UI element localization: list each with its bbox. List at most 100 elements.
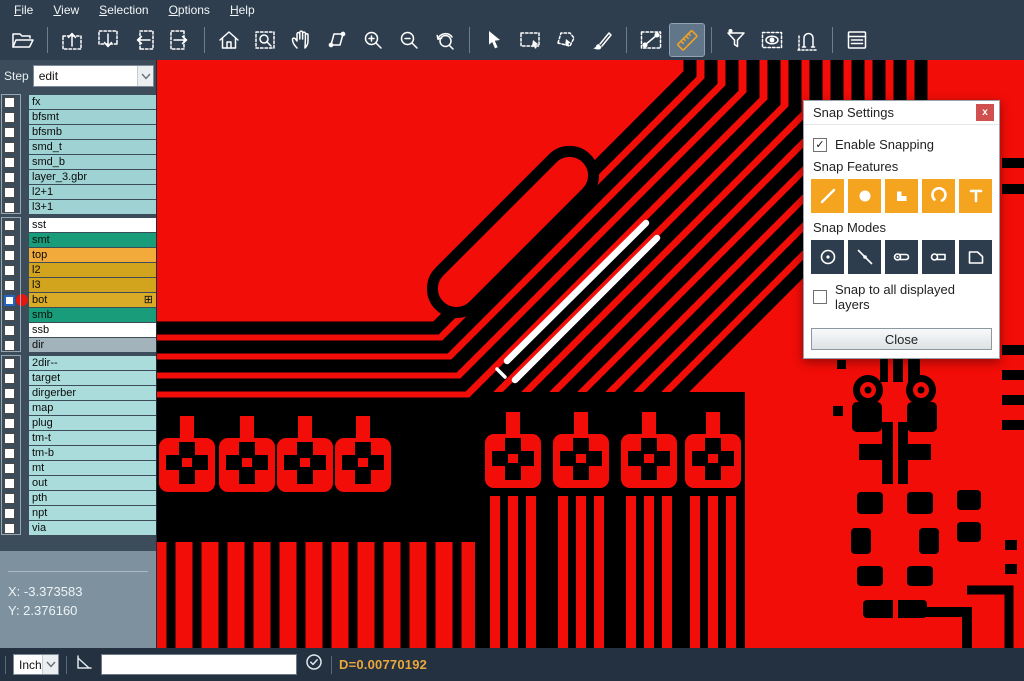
select-pointer-button[interactable]: [477, 24, 511, 56]
layer-visibility-checkbox[interactable]: [4, 187, 15, 198]
layer-visibility-checkbox[interactable]: [4, 172, 15, 183]
layer-row-plug[interactable]: plug: [0, 416, 156, 430]
layer-visibility-checkbox[interactable]: [4, 250, 15, 261]
layer-label[interactable]: l2+1: [29, 185, 156, 199]
layer-visibility-checkbox[interactable]: [4, 463, 15, 474]
layer-row-mt[interactable]: mt: [0, 461, 156, 475]
layer-visibility-checkbox[interactable]: [4, 478, 15, 489]
snap-mode-midpoint-button[interactable]: [848, 240, 881, 274]
layer-row-bfsmb[interactable]: bfsmb: [0, 125, 156, 139]
layer-label[interactable]: 2dir--: [29, 356, 156, 370]
layer-visibility-checkbox[interactable]: [4, 358, 15, 369]
layer-row-top[interactable]: top: [0, 248, 156, 262]
layer-label[interactable]: mt: [29, 461, 156, 475]
angle-measure-icon[interactable]: [74, 652, 94, 677]
layer-label[interactable]: bfsmb: [29, 125, 156, 139]
layer-label[interactable]: dirgerber: [29, 386, 156, 400]
layer-label[interactable]: smt: [29, 233, 156, 247]
layer-visibility-checkbox[interactable]: [4, 433, 15, 444]
layer-label[interactable]: target: [29, 371, 156, 385]
snap-mode-keyhole-button[interactable]: [922, 240, 955, 274]
layer-row-pth[interactable]: pth: [0, 491, 156, 505]
layer-row-2dir--[interactable]: 2dir--: [0, 356, 156, 370]
filter-button[interactable]: [719, 24, 753, 56]
layer-label[interactable]: bfsmt: [29, 110, 156, 124]
unit-select[interactable]: Inch: [13, 654, 59, 675]
layer-visibility-checkbox[interactable]: [4, 388, 15, 399]
layer-label[interactable]: l3: [29, 278, 156, 292]
zoom-previous-button[interactable]: [428, 24, 462, 56]
layer-row-dir[interactable]: dir: [0, 338, 156, 352]
layer-visibility-checkbox[interactable]: [4, 523, 15, 534]
layer-visibility-checkbox[interactable]: [4, 340, 15, 351]
snap-mode-slot-button[interactable]: [885, 240, 918, 274]
layer-row-smb[interactable]: smb: [0, 308, 156, 322]
menu-options[interactable]: Options: [159, 1, 220, 19]
layer-row-out[interactable]: out: [0, 476, 156, 490]
layer-row-smt[interactable]: smt: [0, 233, 156, 247]
coordinate-input[interactable]: [101, 654, 297, 675]
snap-mode-center-button[interactable]: [811, 240, 844, 274]
layer-row-l3[interactable]: l3: [0, 278, 156, 292]
layer-visibility-checkbox[interactable]: [4, 112, 15, 123]
layer-label[interactable]: layer_3.gbr: [29, 170, 156, 184]
layer-visibility-checkbox[interactable]: [4, 448, 15, 459]
layer-label[interactable]: dir: [29, 338, 156, 352]
layer-row-l3+1[interactable]: l3+1: [0, 200, 156, 214]
layer-visibility-checkbox[interactable]: [4, 373, 15, 384]
layer-label[interactable]: tm-b: [29, 446, 156, 460]
layer-label[interactable]: l3+1: [29, 200, 156, 214]
layer-label[interactable]: pth: [29, 491, 156, 505]
layer-visibility-checkbox[interactable]: [4, 127, 15, 138]
zoom-out-button[interactable]: [392, 24, 426, 56]
layer-visibility-checkbox[interactable]: [4, 508, 15, 519]
layer-label[interactable]: l2: [29, 263, 156, 277]
layer-row-l2+1[interactable]: l2+1: [0, 185, 156, 199]
pan-hand-button[interactable]: [284, 24, 318, 56]
brush-select-button[interactable]: [585, 24, 619, 56]
layer-visibility-checkbox[interactable]: [4, 142, 15, 153]
layer-label[interactable]: map: [29, 401, 156, 415]
layer-row-layer_3.gbr[interactable]: layer_3.gbr: [0, 170, 156, 184]
layer-label[interactable]: fx: [29, 95, 156, 109]
pan-up-button[interactable]: [55, 24, 89, 56]
enable-snapping-checkbox[interactable]: ✓: [813, 138, 827, 152]
layer-row-tm-b[interactable]: tm-b: [0, 446, 156, 460]
menu-view[interactable]: View: [43, 1, 89, 19]
layer-visibility-checkbox[interactable]: [4, 295, 15, 306]
zoom-polygon-button[interactable]: [320, 24, 354, 56]
layer-visibility-checkbox[interactable]: [4, 310, 15, 321]
layer-row-dirgerber[interactable]: dirgerber: [0, 386, 156, 400]
layer-visibility-checkbox[interactable]: [4, 235, 15, 246]
layer-visibility-checkbox[interactable]: [4, 202, 15, 213]
layer-visibility-checkbox[interactable]: [4, 220, 15, 231]
layer-row-map[interactable]: map: [0, 401, 156, 415]
layer-visibility-checkbox[interactable]: [4, 97, 15, 108]
zoom-area-button[interactable]: [248, 24, 282, 56]
snap-feature-surface-button[interactable]: [885, 179, 918, 213]
layer-label[interactable]: sst: [29, 218, 156, 232]
layer-row-target[interactable]: target: [0, 371, 156, 385]
snap-feature-arc-button[interactable]: [922, 179, 955, 213]
layers-panel-button[interactable]: [840, 24, 874, 56]
layer-label[interactable]: out: [29, 476, 156, 490]
snap-feature-pad-button[interactable]: [848, 179, 881, 213]
layer-visibility-checkbox[interactable]: [4, 493, 15, 504]
layer-label[interactable]: top: [29, 248, 156, 262]
measure-line-button[interactable]: [634, 24, 668, 56]
pan-right-button[interactable]: [163, 24, 197, 56]
layer-label[interactable]: plug: [29, 416, 156, 430]
layer-label[interactable]: tm-t: [29, 431, 156, 445]
step-select[interactable]: edit: [33, 65, 154, 87]
layer-visibility-checkbox[interactable]: [4, 403, 15, 414]
zoom-in-button[interactable]: [356, 24, 390, 56]
ruler-button[interactable]: [670, 24, 704, 56]
menu-selection[interactable]: Selection: [89, 1, 158, 19]
layer-row-via[interactable]: via: [0, 521, 156, 535]
snap-button[interactable]: [791, 24, 825, 56]
layer-row-sst[interactable]: sst: [0, 218, 156, 232]
visibility-button[interactable]: [755, 24, 789, 56]
snap-mode-outline-button[interactable]: [959, 240, 992, 274]
layer-row-smd_t[interactable]: smd_t: [0, 140, 156, 154]
layer-row-l2[interactable]: l2: [0, 263, 156, 277]
